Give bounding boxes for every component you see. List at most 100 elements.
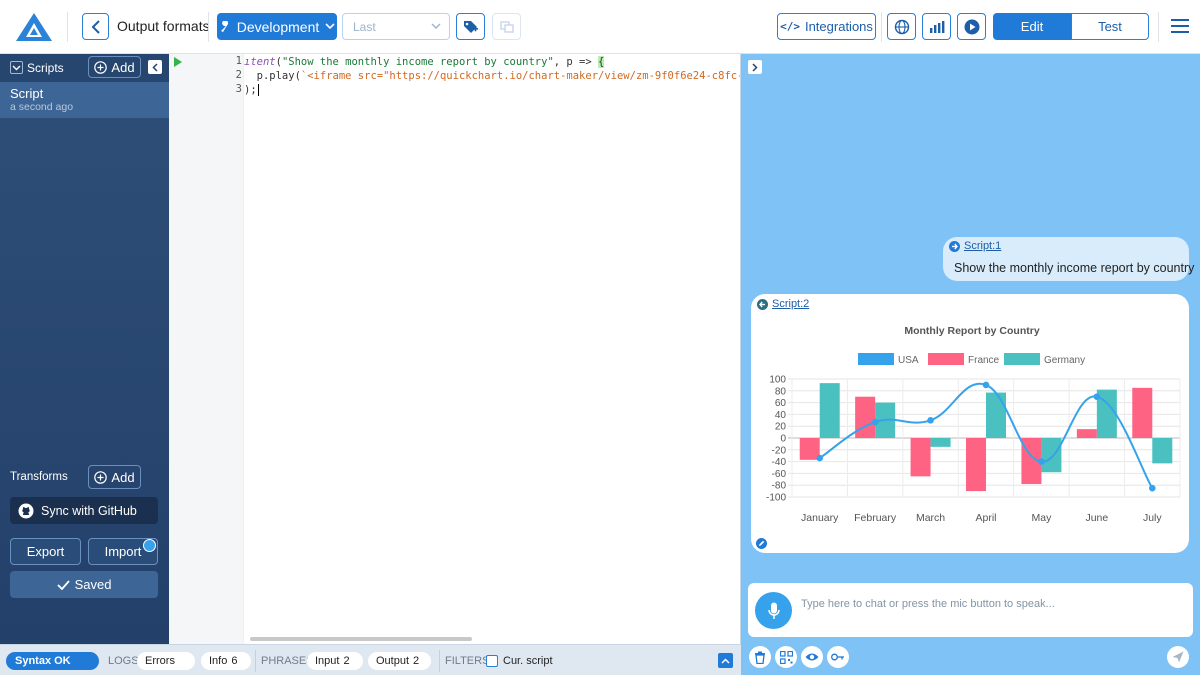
phrases-label: PHRASES [261, 655, 314, 667]
hamburger-menu-icon[interactable] [1170, 16, 1190, 36]
send-icon [1172, 651, 1184, 663]
y-tick-label: -60 [772, 469, 787, 480]
language-button[interactable] [887, 13, 916, 40]
point-usa [816, 454, 824, 462]
point-usa [927, 417, 934, 424]
collapse-chat-button[interactable] [748, 60, 762, 74]
chevron-down-icon [12, 65, 21, 70]
bar-germany [1041, 438, 1062, 473]
divider [881, 12, 882, 42]
back-button[interactable] [82, 13, 109, 40]
info-count: 6 [231, 655, 238, 667]
chevron-down-icon [431, 23, 441, 29]
input-count: 2 [343, 655, 350, 667]
collapse-scripts-toggle[interactable] [10, 61, 23, 74]
app-logo-icon[interactable] [14, 11, 54, 43]
arrow-right-circle-icon [949, 241, 960, 252]
code-icon: </> [780, 20, 800, 33]
scripts-label: Scripts [27, 61, 64, 75]
import-notification-dot [143, 539, 156, 552]
expand-logs-button[interactable] [718, 653, 733, 668]
run-line-icon[interactable] [174, 57, 182, 67]
chat-input-placeholder: Type here to chat or press the mic butto… [801, 598, 1055, 610]
visibility-button[interactable] [801, 646, 823, 668]
add-transform-button[interactable]: Add [88, 465, 141, 489]
output-phrases-filter[interactable]: Output 2 [368, 652, 431, 670]
chat-input-box[interactable] [748, 583, 1193, 637]
analytics-button[interactable] [922, 13, 951, 40]
transforms-label: Transforms [10, 471, 68, 483]
add-tag-button[interactable] [456, 13, 485, 40]
version-select[interactable]: Last [342, 13, 450, 40]
x-tick-label: May [1032, 512, 1053, 524]
code-line: ıtent("Show the monthly income report by… [244, 56, 605, 68]
x-tick-label: March [916, 512, 945, 524]
divider [1158, 12, 1159, 42]
tab-test[interactable]: Test [1071, 13, 1149, 40]
code-line: p.play(`<iframe src="https://quickchart.… [244, 69, 740, 83]
tag-plus-icon [463, 20, 478, 33]
line-number: 1 [235, 55, 242, 67]
sync-github-button[interactable]: Sync with GitHub [10, 497, 158, 524]
bar-germany [819, 383, 840, 438]
bar-germany [1152, 438, 1173, 464]
y-tick-label: 100 [769, 375, 786, 386]
input-phrases-filter[interactable]: Input 2 [307, 652, 363, 670]
point-usa [982, 381, 990, 389]
current-script-checkbox[interactable] [486, 655, 498, 667]
editor-gutter [169, 54, 244, 644]
integrations-button[interactable]: </> Integrations [777, 13, 876, 40]
y-tick-label: -100 [766, 493, 786, 504]
bot-script-link[interactable]: Script:2 [772, 298, 809, 310]
errors-label: Errors [145, 655, 175, 667]
line-number: 3 [235, 83, 242, 95]
chart-title: Monthly Report by Country [904, 325, 1039, 337]
duplicate-button[interactable] [492, 13, 521, 40]
run-button[interactable] [957, 13, 986, 40]
microphone-icon [767, 602, 780, 619]
environment-label: Development [236, 18, 320, 35]
check-icon [56, 579, 70, 590]
x-tick-label: April [975, 512, 996, 524]
code-line: ); [244, 84, 259, 96]
user-script-link[interactable]: Script:1 [964, 240, 1001, 252]
logs-label: LOGS [108, 655, 139, 667]
script-name: Script [10, 86, 44, 101]
send-button[interactable] [1167, 646, 1189, 668]
saved-button[interactable]: Saved [10, 571, 158, 598]
copy-icon [499, 20, 514, 33]
bar-france [910, 438, 931, 477]
eye-icon [805, 653, 819, 661]
x-tick-label: January [801, 512, 839, 524]
add-script-button[interactable]: Add [88, 56, 141, 78]
qr-code-icon [779, 650, 793, 664]
key-button[interactable] [827, 646, 849, 668]
export-button[interactable]: Export [10, 538, 81, 565]
y-tick-label: -80 [772, 481, 787, 492]
point-usa [871, 418, 879, 426]
bar-france [1076, 429, 1097, 438]
plus-circle-icon [94, 470, 108, 484]
qr-code-button[interactable] [775, 646, 797, 668]
edit-chart-icon[interactable] [756, 538, 767, 549]
horizontal-scrollbar[interactable] [250, 637, 472, 641]
mic-button[interactable] [755, 592, 792, 629]
y-tick-label: 80 [775, 386, 787, 397]
syntax-status-badge[interactable]: Syntax OK [6, 652, 99, 670]
version-select-value: Last [353, 19, 376, 34]
globe-icon [894, 19, 909, 34]
tab-edit[interactable]: Edit [993, 13, 1071, 40]
code-editor[interactable]: ıtent("Show the monthly income report by… [244, 54, 740, 644]
bar-france [966, 438, 986, 492]
github-icon [18, 503, 34, 518]
legend-swatch [858, 353, 894, 365]
trash-icon [755, 651, 765, 664]
arrow-left-circle-icon [757, 299, 768, 310]
info-filter[interactable]: Info 6 [201, 652, 251, 670]
collapse-sidebar-button[interactable] [148, 60, 162, 74]
play-icon [964, 19, 979, 34]
clear-chat-button[interactable] [749, 646, 771, 668]
plus-circle-icon [94, 60, 108, 74]
errors-filter[interactable]: Errors [137, 652, 195, 670]
environment-dropdown[interactable]: Development [217, 13, 337, 40]
